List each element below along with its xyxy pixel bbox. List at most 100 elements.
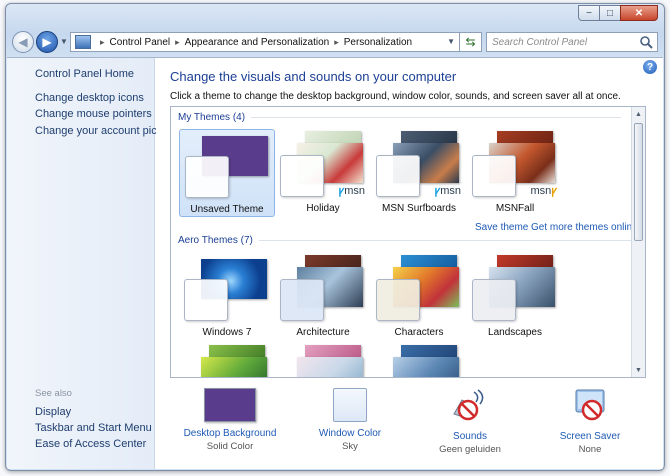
- refresh-button[interactable]: ⇆: [459, 32, 481, 52]
- breadcrumb-appearance[interactable]: Appearance and Personalization: [185, 37, 330, 48]
- search-icon[interactable]: [639, 35, 653, 49]
- window-color-setting[interactable]: Window Color Sky: [300, 388, 400, 452]
- desktop-background-link[interactable]: Desktop Background: [180, 428, 280, 439]
- theme-label: Characters: [394, 327, 444, 338]
- sidebar-link-mouse-pointers[interactable]: Change mouse pointers: [35, 108, 152, 120]
- refresh-icon: ⇆: [465, 35, 476, 49]
- breadcrumb-control-panel[interactable]: Control Panel: [110, 37, 171, 48]
- scroll-down-icon[interactable]: ▼: [632, 363, 645, 377]
- theme-preview-window: [280, 279, 324, 321]
- title-bar: − □ ✕: [6, 4, 664, 28]
- theme-preview-window: [472, 279, 516, 321]
- theme-architecture[interactable]: Architecture: [275, 253, 371, 341]
- sounds-link[interactable]: Sounds: [420, 431, 520, 442]
- theme-holiday[interactable]: ꝩmsn Holiday: [275, 129, 371, 217]
- my-themes-group-header: My Themes (4): [178, 112, 622, 123]
- theme-preview-window: [376, 279, 420, 321]
- theme-united-states[interactable]: [371, 343, 467, 377]
- see-also-ease-of-access-link[interactable]: Ease of Access Center: [35, 438, 146, 450]
- sounds-value: Geen geluiden: [439, 444, 501, 455]
- group-divider: [258, 240, 635, 241]
- theme-preview-window: [280, 155, 324, 197]
- sounds-setting[interactable]: Sounds Geen geluiden: [420, 388, 520, 455]
- scrollbar-thumb[interactable]: [634, 123, 643, 241]
- sounds-icon: [453, 389, 484, 421]
- theme-label: Windows 7: [202, 327, 252, 338]
- client-area: Control Panel Home Change desktop icons …: [7, 57, 663, 469]
- my-themes-title: My Themes (4): [178, 112, 246, 123]
- window-color-icon: [333, 388, 367, 422]
- theme-label: MSN Surfboards: [382, 203, 456, 214]
- msn-logo: ꝩmsn: [338, 185, 365, 197]
- theme-list-scrollbar[interactable]: ▲ ▼: [631, 107, 645, 377]
- theme-preview-background: [393, 357, 459, 377]
- theme-scenes[interactable]: [275, 343, 371, 377]
- back-button[interactable]: ◀: [12, 31, 34, 53]
- screen-saver-link[interactable]: Screen Saver: [540, 431, 640, 442]
- help-icon[interactable]: ?: [643, 60, 657, 74]
- breadcrumb-separator-icon: ▸: [100, 36, 105, 47]
- navigation-bar: ◀ ▶ ▼ ▸ Control Panel ▸ Appearance and P…: [12, 30, 658, 54]
- address-dropdown-icon[interactable]: ▼: [447, 37, 455, 46]
- window-controls: − □ ✕: [578, 5, 658, 21]
- theme-label: Landscapes: [488, 327, 542, 338]
- desktop-background-icon: [204, 388, 256, 422]
- theme-label: Architecture: [296, 327, 350, 338]
- sidebar-link-account-picture[interactable]: Change your account picture: [35, 125, 176, 137]
- theme-unsaved[interactable]: Unsaved Theme: [179, 129, 275, 217]
- theme-nature[interactable]: [179, 343, 275, 377]
- get-more-themes-link[interactable]: Get more themes online: [531, 222, 638, 233]
- theme-preview-window: [376, 155, 420, 197]
- save-theme-link[interactable]: Save theme: [475, 222, 528, 233]
- window-color-link[interactable]: Window Color: [300, 428, 400, 439]
- breadcrumb-separator-icon[interactable]: ▸: [334, 37, 339, 48]
- desktop-background-value: Solid Color: [206, 441, 254, 452]
- group-divider: [251, 117, 622, 118]
- theme-landscapes[interactable]: Landscapes: [467, 253, 563, 341]
- see-also-heading: See also: [35, 388, 72, 399]
- main-pane: ? Change the visuals and sounds on your …: [156, 58, 663, 469]
- theme-settings-bar: Desktop Background Solid Color Window Co…: [156, 380, 663, 470]
- forward-button[interactable]: ▶: [36, 31, 58, 53]
- sidebar-link-desktop-icons[interactable]: Change desktop icons: [35, 92, 144, 104]
- desktop-background-setting[interactable]: Desktop Background Solid Color: [180, 388, 280, 452]
- control-panel-home-link[interactable]: Control Panel Home: [35, 68, 134, 80]
- msn-logo: msnꝩ: [530, 185, 557, 197]
- theme-preview-window: [185, 156, 229, 198]
- theme-windows-7[interactable]: Windows 7: [179, 253, 275, 341]
- screen-saver-setting[interactable]: Screen Saver None: [540, 388, 640, 455]
- close-button[interactable]: ✕: [620, 5, 658, 21]
- theme-preview-background: [201, 357, 267, 377]
- task-pane: Control Panel Home Change desktop icons …: [7, 58, 176, 469]
- theme-list: My Themes (4) Unsaved Theme ꝩmsn Holiday: [170, 106, 646, 378]
- arrow-left-icon: ◀: [18, 35, 28, 49]
- breadcrumb-separator-icon[interactable]: ▸: [175, 37, 180, 48]
- theme-characters[interactable]: Characters: [371, 253, 467, 341]
- recent-pages-dropdown[interactable]: ▼: [60, 37, 68, 46]
- chevron-down-icon: ▼: [60, 37, 68, 46]
- theme-msnfall[interactable]: msnꝩ MSNFall: [467, 129, 563, 217]
- aero-themes-title: Aero Themes (7): [178, 235, 253, 246]
- minimize-button[interactable]: −: [578, 5, 600, 21]
- maximize-button[interactable]: □: [599, 5, 621, 21]
- aero-themes-group-header: Aero Themes (7): [178, 235, 635, 246]
- arrow-right-icon: ▶: [42, 35, 52, 49]
- theme-label: Holiday: [306, 203, 340, 214]
- theme-preview-window: [472, 155, 516, 197]
- screen-saver-value: None: [578, 444, 602, 455]
- search-input[interactable]: Search Control Panel: [486, 32, 658, 52]
- window-color-value: Sky: [342, 441, 358, 452]
- personalization-window: − □ ✕ ◀ ▶ ▼ ▸ Control Panel ▸ Appearance…: [5, 3, 665, 471]
- screen-saver-icon: [575, 389, 605, 421]
- search-placeholder: Search Control Panel: [492, 36, 588, 48]
- breadcrumb-personalization[interactable]: Personalization: [344, 37, 412, 48]
- theme-label: Unsaved Theme: [190, 204, 264, 215]
- msn-logo: ꝩmsn: [434, 185, 461, 197]
- scroll-up-icon[interactable]: ▲: [632, 107, 645, 121]
- theme-msn-surfboards[interactable]: ꝩmsn MSN Surfboards: [371, 129, 467, 217]
- breadcrumb: ▸ Control Panel ▸ Appearance and Persona…: [95, 37, 412, 48]
- see-also-display-link[interactable]: Display: [35, 406, 71, 418]
- address-bar[interactable]: ▸ Control Panel ▸ Appearance and Persona…: [70, 32, 482, 52]
- see-also-taskbar-link[interactable]: Taskbar and Start Menu: [35, 422, 152, 434]
- page-description: Click a theme to change the desktop back…: [170, 91, 621, 102]
